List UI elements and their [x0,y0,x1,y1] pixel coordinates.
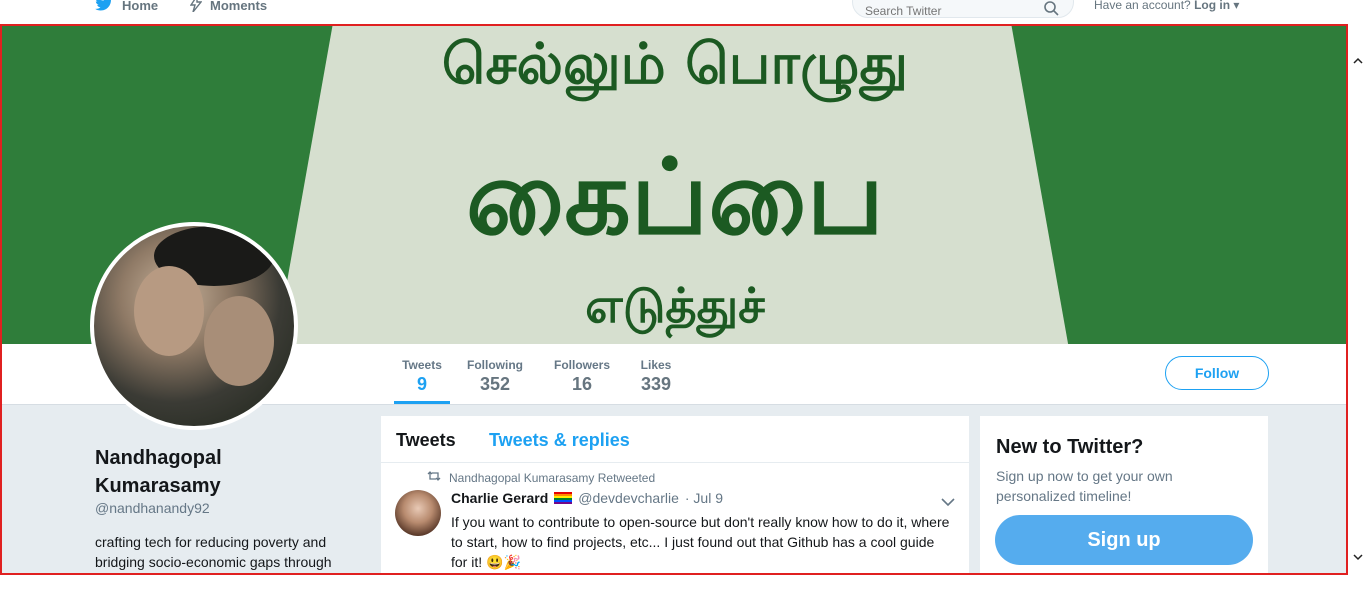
stat-value: 339 [640,374,672,394]
signup-card: New to Twitter? Sign up now to get your … [980,416,1268,573]
nav-home-label: Home [122,0,159,13]
tweet-author-name[interactable]: Charlie Gerard [451,490,548,506]
stat-label: Followers [553,358,610,372]
tab-tweets[interactable]: Tweets [396,430,456,451]
tweet-date[interactable]: · Jul 9 [685,490,723,506]
account-area: Have an account? Log in ▾ [1094,0,1239,12]
stat-likes[interactable]: Likes 339 [638,358,674,395]
nav-moments-label: Moments [210,0,268,13]
chevron-down-icon[interactable] [941,494,955,512]
stat-value: 9 [416,374,427,394]
stat-label: Tweets [402,358,442,372]
chevron-up-icon[interactable] [1353,52,1363,70]
login-link[interactable]: Log in [1194,0,1230,12]
top-navigation: Home Moments Have an account? Log in ▾ [0,0,1350,24]
banner-text-line1: செல்லும் பொழுது [441,32,909,97]
stat-following[interactable]: Following 352 [464,358,526,395]
stat-value: 16 [571,374,593,394]
profile-name[interactable]: Nandhagopal Kumarasamy [95,444,315,500]
avatar-face [134,266,204,356]
stat-followers[interactable]: Followers 16 [552,358,612,395]
rainbow-flag-icon [554,492,573,504]
tweet-text: If you want to contribute to open-source… [451,514,950,570]
avatar[interactable] [90,222,298,430]
tweet-header: Charlie Gerard @devdevcharlie · Jul 9 [451,490,723,506]
tab-tweets-replies[interactable]: Tweets & replies [489,430,630,451]
stat-tweets[interactable]: Tweets 9 [394,358,450,404]
stat-label: Following [467,358,523,372]
profile-page: செல்லும் பொழுது கைப்பை எடுத்துச் Tweets … [0,24,1348,575]
tweet-author-handle[interactable]: @devdevcharlie [578,490,679,506]
chevron-down-icon[interactable] [1353,548,1363,566]
timeline-tabs: Tweets Tweets & replies [381,416,969,463]
avatar-face [204,296,274,386]
signup-title: New to Twitter? [996,436,1144,458]
retweet-by[interactable]: Nandhagopal Kumarasamy Retweeted [449,471,655,485]
follow-button[interactable]: Follow [1165,356,1269,390]
search-input[interactable] [865,4,1035,18]
account-prompt: Have an account? [1094,0,1191,12]
lightning-icon [189,0,203,15]
scrollbar[interactable] [1350,0,1366,575]
search-icon[interactable] [1043,0,1059,21]
profile-handle[interactable]: @nandhanandy92 [95,500,210,516]
search-box[interactable] [852,0,1074,18]
signup-button[interactable]: Sign up [995,515,1253,565]
stat-label: Likes [640,358,672,372]
retweet-icon [427,470,441,485]
profile-bio: crafting tech for reducing poverty and b… [95,534,332,570]
nav-home[interactable]: Home [94,0,158,15]
stat-value: 352 [479,374,511,394]
chevron-down-icon[interactable]: ▾ [1233,0,1239,12]
tweet-avatar[interactable] [395,490,441,536]
nav-moments[interactable]: Moments [189,0,268,15]
retweet-context: Nandhagopal Kumarasamy Retweeted [427,470,655,485]
timeline: Tweets Tweets & replies Nandhagopal Kuma… [381,416,969,573]
signup-text: Sign up now to get your own personalized… [996,468,1173,504]
twitter-bird-icon [94,0,114,15]
